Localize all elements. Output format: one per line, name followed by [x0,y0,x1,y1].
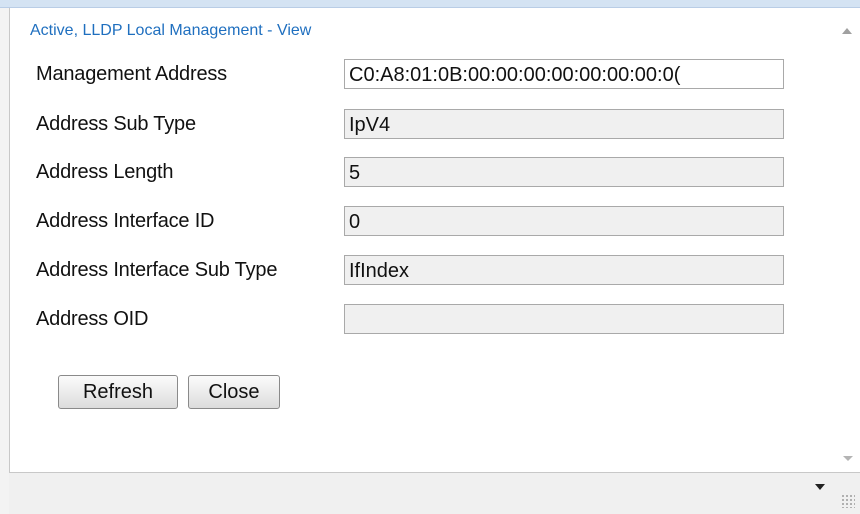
address-sub-type-label: Address Sub Type [36,113,196,135]
status-bar [9,472,860,514]
refresh-button[interactable]: Refresh [58,375,178,409]
address-oid-label: Address OID [36,308,149,330]
resize-grip-icon[interactable] [841,494,855,508]
scroll-up-icon[interactable] [842,28,852,34]
dialog-left-edge [0,8,10,514]
close-button[interactable]: Close [188,375,280,409]
address-length-label: Address Length [36,161,174,183]
vertical-scrollbar[interactable] [837,10,859,470]
management-address-label: Management Address [36,63,227,85]
address-length-field[interactable]: 5 [344,157,784,187]
address-interface-id-field[interactable]: 0 [344,206,784,236]
scroll-down-icon[interactable] [843,456,853,461]
dropdown-arrow-icon[interactable] [815,484,825,490]
address-sub-type-field[interactable]: IpV4 [344,109,784,139]
lldp-view-dialog: Active, LLDP Local Management - View Man… [0,0,860,514]
management-address-field[interactable]: C0:A8:01:0B:00:00:00:00:00:00:00:0( [344,59,784,89]
address-interface-sub-type-label: Address Interface Sub Type [36,259,278,281]
address-interface-id-label: Address Interface ID [36,210,215,232]
address-oid-field[interactable] [344,304,784,334]
address-interface-sub-type-field[interactable]: IfIndex [344,255,784,285]
dialog-title: Active, LLDP Local Management - View [30,22,312,39]
dialog-top-border [0,0,860,8]
